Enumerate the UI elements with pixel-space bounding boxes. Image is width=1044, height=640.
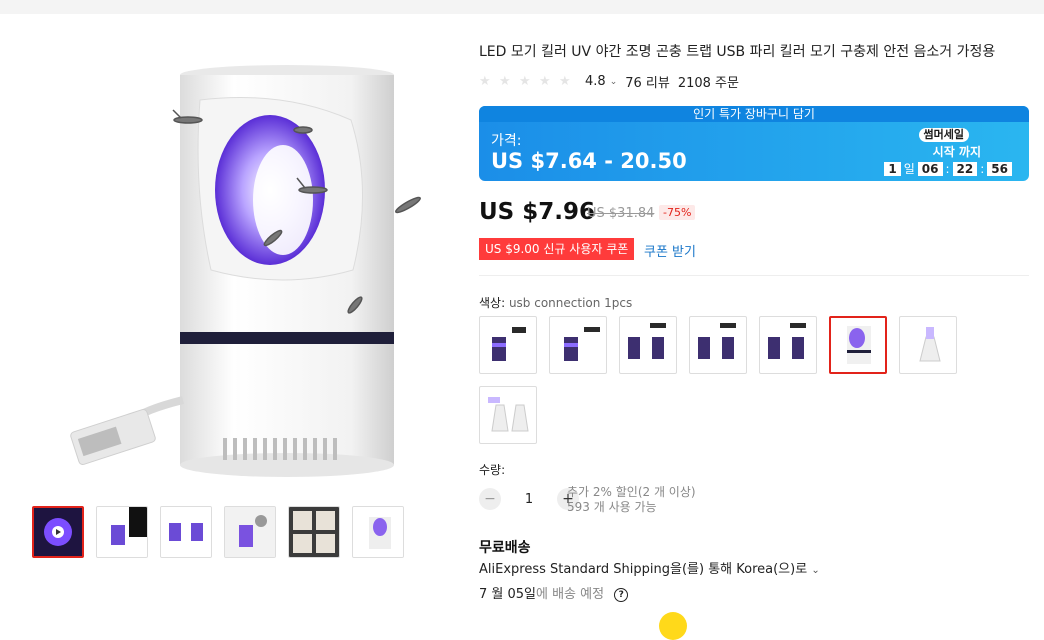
delivery-estimate: 7 월 05일에 배송 예정 ?: [479, 583, 629, 602]
star-icon: ★: [479, 73, 491, 89]
quantity-minus-button[interactable]: −: [479, 488, 501, 510]
countdown-minutes: 22: [952, 161, 978, 176]
chevron-down-icon[interactable]: ⌄: [811, 565, 819, 576]
star-icon: ★: [539, 73, 551, 89]
review-count[interactable]: 76 리뷰: [625, 72, 670, 91]
product-title: LED 모기 킬러 UV 야간 조명 곤충 트랩 USB 파리 킬러 모기 구충…: [479, 44, 996, 60]
countdown-day-label: 일: [903, 162, 915, 176]
color-option[interactable]: [619, 316, 677, 374]
discount-badge: -75%: [659, 205, 696, 220]
top-bar: [0, 0, 1044, 14]
countdown-sep: :: [980, 161, 985, 176]
quantity-value[interactable]: 1: [501, 492, 557, 507]
color-option[interactable]: [899, 316, 957, 374]
product-main-image[interactable]: [33, 40, 447, 500]
thumbnail-2[interactable]: [96, 506, 148, 558]
stock-available: 593 개 사용 가능: [567, 500, 657, 514]
color-label-text: 색상:: [479, 296, 506, 310]
banner-price-label: 가격:: [491, 133, 522, 149]
color-option[interactable]: [479, 386, 537, 444]
chevron-down-icon[interactable]: ⌄: [610, 77, 618, 87]
delivery-date: 7 월 05일: [479, 587, 536, 602]
color-option[interactable]: [689, 316, 747, 374]
color-label: 색상: usb connection 1pcs: [479, 294, 632, 311]
color-option[interactable]: [549, 316, 607, 374]
banner-price-range: US $7.64 - 20.50: [491, 149, 687, 173]
starts-until-label: 시작 까지: [932, 145, 981, 159]
countdown-timer: 1 일 06 : 22 : 56: [881, 160, 1015, 177]
sale-badge: 썸머세일: [918, 128, 969, 142]
star-icon: ★: [519, 73, 531, 89]
quantity-stepper: − 1 +: [479, 488, 579, 510]
countdown-days: 1: [884, 161, 901, 176]
rating-value[interactable]: 4.8: [585, 74, 606, 89]
free-shipping-title: 무료배송: [479, 540, 531, 556]
color-swatches: [479, 316, 969, 444]
rating-row: ★ ★ ★ ★ ★ 4.8 ⌄ 76 리뷰 2108 주문: [479, 72, 747, 91]
current-price: US $7.96: [479, 199, 595, 225]
color-option-selected[interactable]: [829, 316, 887, 374]
thumbnail-video[interactable]: [32, 506, 84, 558]
thumbnail-4[interactable]: [224, 506, 276, 558]
image-thumbnails: [32, 506, 404, 558]
divider: [479, 275, 1029, 276]
original-price: US $31.84: [587, 206, 655, 221]
thumbnail-5[interactable]: [288, 506, 340, 558]
countdown-sep: :: [945, 161, 950, 176]
get-coupon-link[interactable]: 쿠폰 받기: [644, 241, 696, 260]
bulk-discount-note: 추가 2% 할인(2 개 이상): [567, 485, 696, 499]
new-user-coupon-badge: US $9.00 신규 사용자 쿠폰: [479, 238, 635, 260]
star-icon: ★: [559, 73, 571, 89]
promo-banner[interactable]: 인기 특가 장바구니 담기 가격: US $7.64 - 20.50 썸머세일 …: [479, 106, 1029, 181]
quantity-label: 수량:: [479, 463, 506, 477]
floating-badge[interactable]: [659, 612, 687, 640]
color-selected-value: usb connection 1pcs: [508, 296, 633, 310]
star-icon: ★: [499, 73, 511, 89]
thumbnail-6[interactable]: [352, 506, 404, 558]
countdown-hours: 06: [917, 161, 943, 176]
countdown-seconds: 56: [987, 161, 1012, 176]
color-option[interactable]: [759, 316, 817, 374]
shipping-method[interactable]: AliExpress Standard Shipping을(를) 통해 Kore…: [479, 558, 820, 577]
help-icon[interactable]: ?: [614, 587, 629, 602]
order-count: 2108 주문: [677, 76, 739, 91]
banner-top-text: 인기 특가 장바구니 담기: [479, 106, 1029, 122]
thumbnail-3[interactable]: [160, 506, 212, 558]
quantity-note: 추가 2% 할인(2 개 이상) 593 개 사용 가능: [567, 485, 696, 515]
color-option[interactable]: [479, 316, 537, 374]
delivery-suffix: 에 배송 예정: [536, 587, 605, 602]
shipping-method-text[interactable]: AliExpress Standard Shipping을(를) 통해 Kore…: [479, 562, 807, 577]
